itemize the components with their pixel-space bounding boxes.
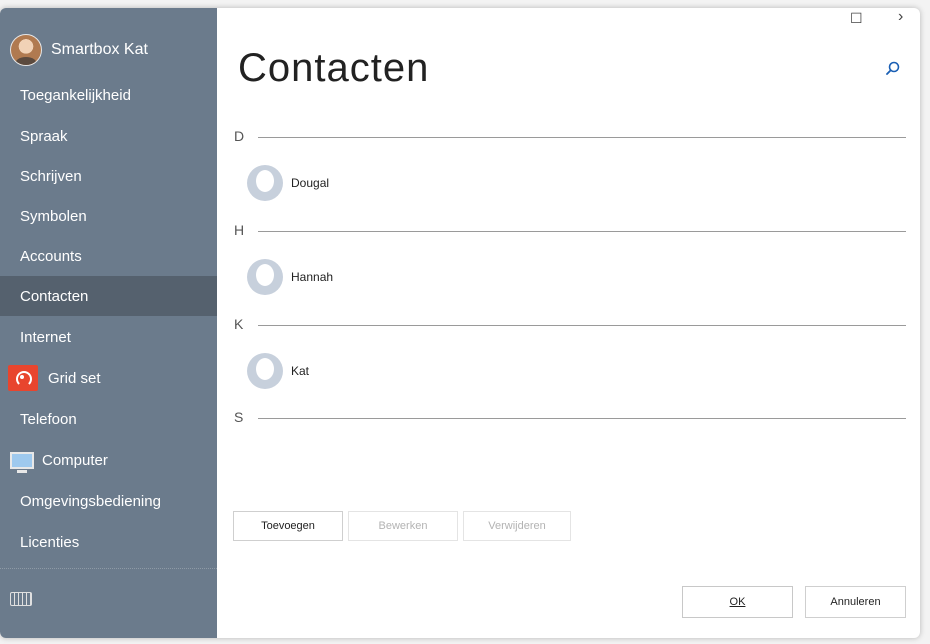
group-divider <box>258 418 906 419</box>
sidebar-item-label: Telefoon <box>20 410 77 428</box>
sidebar: Smartbox Kat Toegankelijkheid Spraak Sch… <box>0 8 217 638</box>
grid-set-icon <box>8 365 38 391</box>
group-divider <box>258 325 906 326</box>
contact-name: Kat <box>291 364 310 378</box>
contact-item-kat[interactable]: Kat <box>247 353 547 389</box>
page-title: Contacten <box>238 46 430 90</box>
sidebar-item-toegankelijkheid[interactable]: Toegankelijkheid <box>0 75 217 115</box>
sidebar-item-contacten[interactable]: Contacten <box>0 276 217 316</box>
edit-contact-button[interactable]: Bewerken <box>348 511 458 541</box>
sidebar-item-label: Accounts <box>20 247 82 265</box>
contact-avatar-icon <box>247 259 283 295</box>
sidebar-item-telefoon[interactable]: Telefoon <box>0 399 217 439</box>
search-icon[interactable] <box>886 61 900 75</box>
contact-name: Dougal <box>291 176 330 190</box>
sidebar-item-accounts[interactable]: Accounts <box>0 236 217 276</box>
sidebar-item-label: Symbolen <box>20 207 87 225</box>
cancel-button[interactable]: Annuleren <box>805 586 906 618</box>
sidebar-item-label: Spraak <box>20 127 68 145</box>
group-divider <box>258 137 906 138</box>
sidebar-item-label: Schrijven <box>20 167 82 185</box>
ok-button[interactable]: OK <box>682 586 793 618</box>
group-letter: S <box>234 409 244 425</box>
delete-contact-button[interactable]: Verwijderen <box>463 511 571 541</box>
sidebar-item-licenties[interactable]: Licenties <box>0 522 217 562</box>
sidebar-item-label: Internet <box>20 328 71 346</box>
contact-item-dougal[interactable]: Dougal <box>247 165 547 201</box>
contact-name: Hannah <box>291 270 334 284</box>
sidebar-item-label: Grid set <box>48 369 101 387</box>
keyboard-icon[interactable] <box>10 592 32 606</box>
sidebar-item-computer[interactable]: Computer <box>0 440 217 480</box>
group-divider <box>258 231 906 232</box>
add-contact-button[interactable]: Toevoegen <box>233 511 343 541</box>
contact-item-hannah[interactable]: Hannah <box>247 259 547 295</box>
sidebar-item-label: Toegankelijkheid <box>20 86 131 104</box>
group-letter: H <box>234 222 245 238</box>
group-header-s: S <box>234 409 906 429</box>
maximize-icon[interactable]: ☐ <box>850 10 863 27</box>
contact-avatar-icon <box>247 353 283 389</box>
user-name: Smartbox Kat <box>51 41 148 58</box>
sidebar-item-schrijven[interactable]: Schrijven <box>0 156 217 196</box>
group-letter: K <box>234 316 244 332</box>
next-icon[interactable]: › <box>898 8 903 26</box>
group-header-h: H <box>234 222 906 242</box>
settings-window: Smartbox Kat Toegankelijkheid Spraak Sch… <box>0 8 920 638</box>
sidebar-item-label: Licenties <box>20 533 80 551</box>
group-letter: D <box>234 128 245 144</box>
sidebar-item-omgevingsbediening[interactable]: Omgevingsbediening <box>0 481 217 521</box>
user-avatar <box>10 34 42 66</box>
group-header-d: D <box>234 128 906 148</box>
group-header-k: K <box>234 316 906 336</box>
user-profile[interactable]: Smartbox Kat <box>10 33 148 67</box>
sidebar-item-grid-set[interactable]: Grid set <box>0 358 217 398</box>
sidebar-item-label: Omgevingsbediening <box>20 492 161 510</box>
contact-avatar-icon <box>247 165 283 201</box>
sidebar-item-spraak[interactable]: Spraak <box>0 116 217 156</box>
sidebar-item-internet[interactable]: Internet <box>0 317 217 357</box>
sidebar-item-symbolen[interactable]: Symbolen <box>0 196 217 236</box>
sidebar-item-label: Contacten <box>20 287 89 305</box>
sidebar-divider <box>0 568 217 570</box>
sidebar-item-label: Computer <box>42 451 108 469</box>
computer-icon <box>10 451 34 473</box>
